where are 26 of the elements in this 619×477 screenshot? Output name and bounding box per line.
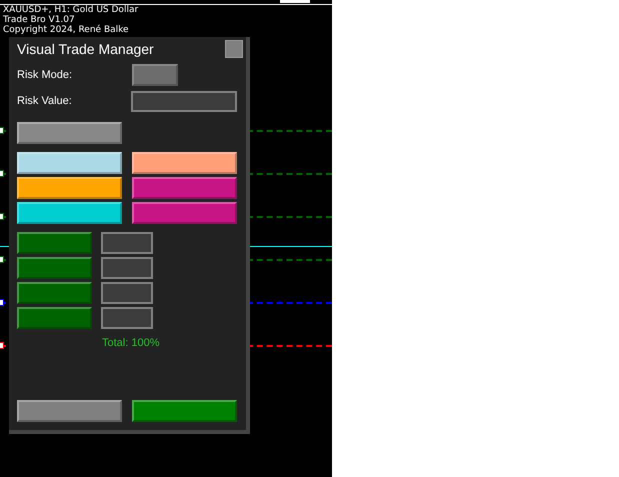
footer-button[interactable]: [17, 400, 122, 422]
line-button[interactable]: [17, 202, 122, 224]
line-button[interactable]: [132, 177, 237, 199]
symbol-label: XAUUSD+, H1: Gold US Dollar: [3, 5, 138, 15]
expert-label: Trade Bro V1.07: [3, 15, 75, 25]
percent-field[interactable]: [101, 282, 153, 304]
partial-button[interactable]: [17, 232, 92, 254]
percent-field[interactable]: [101, 232, 153, 254]
percent-field[interactable]: [101, 307, 153, 329]
line-button[interactable]: [17, 152, 122, 174]
footer-button[interactable]: [132, 400, 237, 422]
action-button[interactable]: [17, 122, 122, 144]
copyright-label: Copyright 2024, René Balke: [3, 25, 129, 35]
partial-button[interactable]: [17, 282, 92, 304]
line-button[interactable]: [17, 177, 122, 199]
panel-title: Visual Trade Manager: [17, 41, 154, 57]
partial-button[interactable]: [17, 257, 92, 279]
line-button[interactable]: [132, 152, 237, 174]
risk-value-field[interactable]: [131, 90, 237, 112]
percent-field[interactable]: [101, 257, 153, 279]
total-label: Total: 100%: [102, 337, 160, 349]
partial-button[interactable]: [17, 307, 92, 329]
risk-mode-button[interactable]: [132, 64, 178, 86]
line-button[interactable]: [132, 202, 237, 224]
risk-mode-label: Risk Mode:: [17, 69, 74, 81]
risk-value-label: Risk Value:: [17, 95, 73, 107]
